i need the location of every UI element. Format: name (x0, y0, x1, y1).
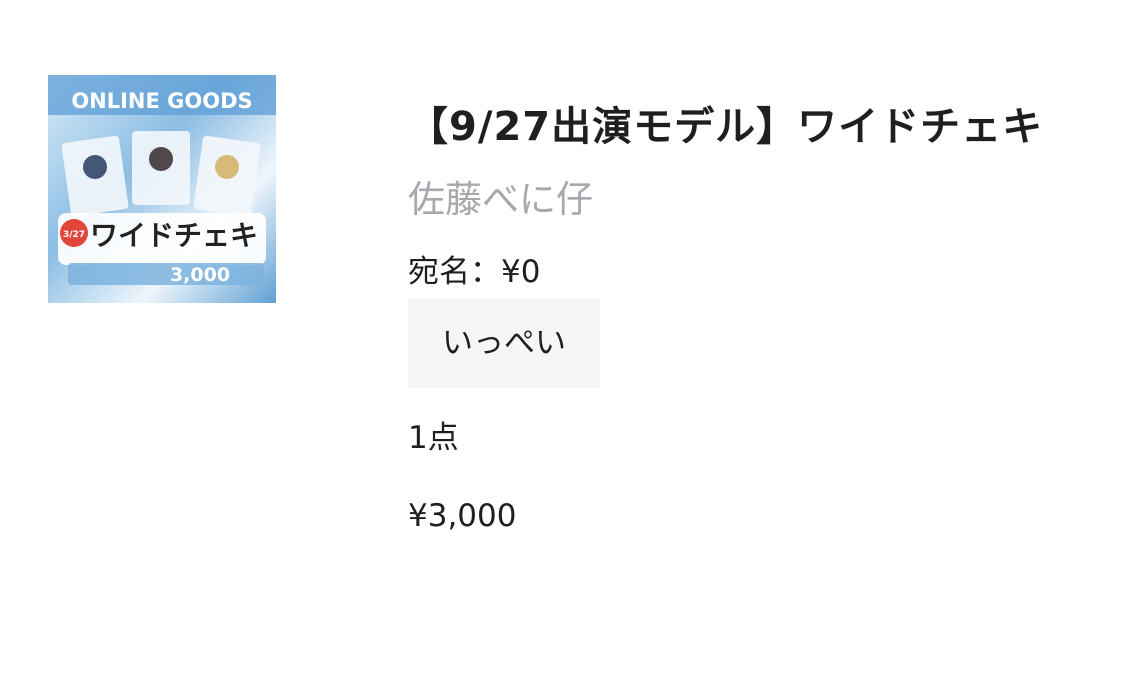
quantity: 1点 (408, 420, 459, 456)
thumbnail-badge: 3/27 (63, 230, 85, 240)
product-title[interactable]: 【9/27出演モデル】ワイドチェキ (408, 92, 1098, 162)
seller-name[interactable]: 佐藤べに仔 (408, 176, 1098, 224)
product-thumbnail[interactable]: ONLINE GOODS 3/27 ワイドチェキ 3,000 (48, 75, 276, 303)
product-details: 【9/27出演モデル】ワイドチェキ 佐藤べに仔 宛名：¥0 いっぺい 1点 ¥3… (408, 92, 1098, 536)
option-value-chip: いっぺい (408, 298, 600, 388)
thumbnail-price-text: 3,000 (170, 264, 230, 286)
price: ¥3,000 (408, 498, 517, 534)
thumbnail-product-text: ワイドチェキ (90, 219, 258, 252)
product-image: ONLINE GOODS 3/27 ワイドチェキ 3,000 (48, 75, 276, 303)
option-label: 宛名：¥0 (408, 254, 541, 290)
thumbnail-heading: ONLINE GOODS (71, 89, 252, 113)
